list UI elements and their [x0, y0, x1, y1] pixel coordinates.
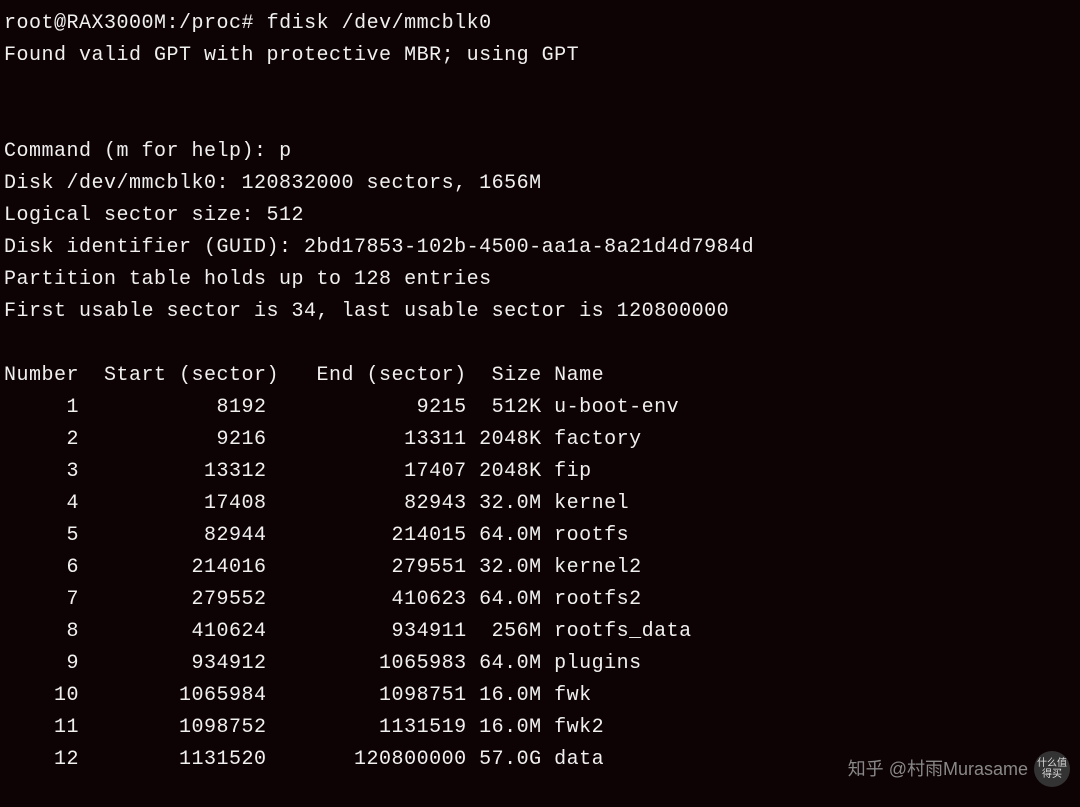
- watermark: 知乎 @村雨Murasame 什么值得买: [848, 751, 1070, 787]
- table-row: 7 279552 410623 64.0M rootfs2: [4, 584, 1076, 616]
- table-row: 9 934912 1065983 64.0M plugins: [4, 648, 1076, 680]
- shell-prompt: root@RAX3000M:/proc#: [4, 12, 254, 35]
- table-row: 11 1098752 1131519 16.0M fwk2: [4, 712, 1076, 744]
- terminal-output[interactable]: root@RAX3000M:/proc# fdisk /dev/mmcblk0 …: [4, 8, 1076, 776]
- table-row: 5 82944 214015 64.0M rootfs: [4, 520, 1076, 552]
- table-row: 4 17408 82943 32.0M kernel: [4, 488, 1076, 520]
- table-row: 2 9216 13311 2048K factory: [4, 424, 1076, 456]
- table-row: 10 1065984 1098751 16.0M fwk: [4, 680, 1076, 712]
- command-help-input: p: [279, 140, 292, 163]
- blank-line: [4, 328, 1076, 360]
- command-help-line: Command (m for help): p: [4, 136, 1076, 168]
- disk-identifier: Disk identifier (GUID): 2bd17853-102b-45…: [4, 232, 1076, 264]
- usable-sectors: First usable sector is 34, last usable s…: [4, 296, 1076, 328]
- gpt-message: Found valid GPT with protective MBR; usi…: [4, 40, 1076, 72]
- watermark-badge-icon: 什么值得买: [1034, 751, 1070, 787]
- prompt-line: root@RAX3000M:/proc# fdisk /dev/mmcblk0: [4, 8, 1076, 40]
- table-row: 3 13312 17407 2048K fip: [4, 456, 1076, 488]
- sector-size: Logical sector size: 512: [4, 200, 1076, 232]
- command-text: fdisk /dev/mmcblk0: [267, 12, 492, 35]
- blank-line: [4, 72, 1076, 104]
- watermark-text: 知乎 @村雨Murasame: [848, 755, 1028, 784]
- partition-table: Number Start (sector) End (sector) Size …: [4, 360, 1076, 776]
- table-header: Number Start (sector) End (sector) Size …: [4, 360, 1076, 392]
- table-row: 8 410624 934911 256M rootfs_data: [4, 616, 1076, 648]
- table-row: 6 214016 279551 32.0M kernel2: [4, 552, 1076, 584]
- blank-line: [4, 104, 1076, 136]
- table-row: 1 8192 9215 512K u-boot-env: [4, 392, 1076, 424]
- disk-info: Disk /dev/mmcblk0: 120832000 sectors, 16…: [4, 168, 1076, 200]
- partition-table-info: Partition table holds up to 128 entries: [4, 264, 1076, 296]
- command-help-prompt: Command (m for help):: [4, 140, 267, 163]
